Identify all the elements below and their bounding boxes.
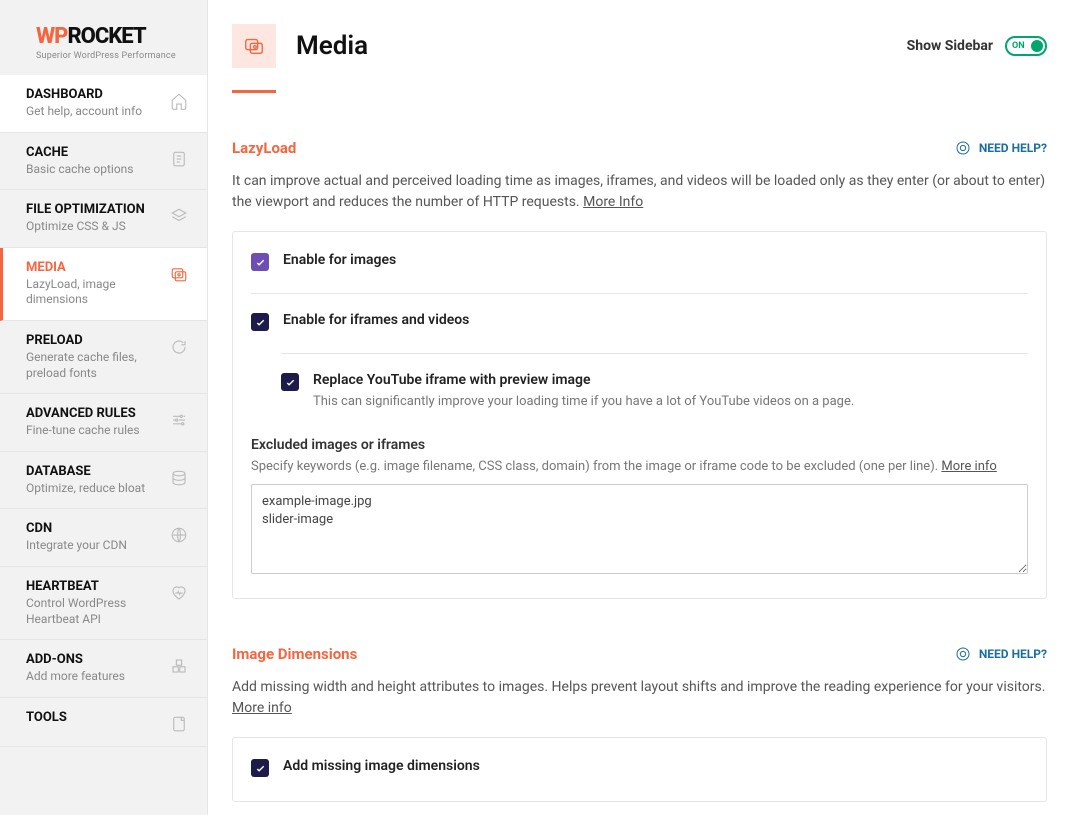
logo-rocket: ROCKET [67,24,145,49]
lazyload-section: LazyLoad NEED HELP? It can improve actua… [232,139,1047,599]
check-icon [285,377,296,388]
page-title: Media [296,31,368,61]
nav-sub: Optimize CSS & JS [26,219,169,235]
nav-title: FILE OPTIMIZATION [26,202,169,217]
nav-title: TOOLS [26,710,169,725]
check-icon [255,317,266,328]
home-icon [169,91,189,111]
dimensions-more-info-link[interactable]: More info [232,700,292,716]
nav-sub: Control WordPress Heartbeat API [26,596,169,627]
sidebar-item-addons[interactable]: ADD-ONS Add more features [0,640,207,698]
image-icon [169,264,189,284]
add-missing-checkbox[interactable] [251,759,269,777]
sidebar-item-cache[interactable]: CACHE Basic cache options [0,133,207,191]
nav-title: HEARTBEAT [26,579,169,594]
lazyload-more-info-link[interactable]: More Info [583,194,643,210]
nav-title: DASHBOARD [26,87,169,102]
enable-images-checkbox[interactable] [251,253,269,271]
sidebar: WP ROCKET Superior WordPress Performance… [0,0,208,815]
layers-icon [169,206,189,226]
logo: WP ROCKET Superior WordPress Performance [0,0,207,75]
nav-title: MEDIA [26,260,169,275]
excluded-title: Excluded images or iframes [251,437,1028,453]
excluded-more-info-link[interactable]: More info [941,459,996,474]
cubes-icon [169,656,189,676]
logo-wp: WP [36,24,67,49]
check-icon [255,763,266,774]
sidebar-item-file-optimization[interactable]: FILE OPTIMIZATION Optimize CSS & JS [0,190,207,248]
lazyload-title: LazyLoad [232,139,296,157]
nav-title: PRELOAD [26,333,169,348]
nav-sub: Optimize, reduce bloat [26,481,169,497]
nav-sub: Fine-tune cache rules [26,423,169,439]
nav-title: CDN [26,521,169,536]
check-icon [255,257,266,268]
image-dimensions-panel: Add missing image dimensions [232,737,1047,802]
enable-iframes-checkbox[interactable] [251,313,269,331]
file-icon [169,149,189,169]
excluded-field: Excluded images or iframes Specify keywo… [251,437,1028,578]
nav-title: ADD-ONS [26,652,169,667]
sidebar-item-advanced-rules[interactable]: ADVANCED RULES Fine-tune cache rules [0,394,207,452]
tool-icon [169,714,189,734]
image-dimensions-title: Image Dimensions [232,645,357,663]
nav-sub: LazyLoad, image dimensions [26,277,169,308]
sliders-icon [169,410,189,430]
need-help-lazyload[interactable]: NEED HELP? [955,140,1047,156]
sidebar-item-dashboard[interactable]: DASHBOARD Get help, account info [0,75,207,133]
nav-title: CACHE [26,145,169,160]
refresh-icon [169,337,189,357]
need-help-dimensions[interactable]: NEED HELP? [955,646,1047,662]
nav-sub: Add more features [26,669,169,685]
sidebar-item-heartbeat[interactable]: HEARTBEAT Control WordPress Heartbeat AP… [0,567,207,640]
lazyload-panel: Enable for images Enable for iframes and… [232,231,1047,599]
database-icon [169,468,189,488]
nav-sub: Generate cache files, preload fonts [26,350,169,381]
logo-tagline: Superior WordPress Performance [36,51,187,61]
sidebar-item-tools[interactable]: TOOLS [0,698,207,747]
nav-title: DATABASE [26,464,169,479]
help-icon [955,646,971,662]
sidebar-item-cdn[interactable]: CDN Integrate your CDN [0,509,207,567]
heart-icon [169,583,189,603]
toggle-on-label: ON [1012,41,1025,51]
show-sidebar-label: Show Sidebar [907,38,993,54]
enable-iframes-label: Enable for iframes and videos [283,312,469,328]
show-sidebar-toggle[interactable]: ON [1005,36,1047,56]
sidebar-item-database[interactable]: DATABASE Optimize, reduce bloat [0,452,207,510]
globe-icon [169,525,189,545]
toggle-knob [1031,40,1043,52]
image-dimensions-section: Image Dimensions NEED HELP? Add missing … [232,645,1047,802]
nav-sub: Get help, account info [26,104,169,120]
need-help-label: NEED HELP? [979,141,1047,155]
nav-sub: Basic cache options [26,162,169,178]
youtube-replace-sub: This can significantly improve your load… [313,394,854,409]
youtube-replace-label: Replace YouTube iframe with preview imag… [313,372,854,388]
page-header: Media Show Sidebar ON [232,24,1047,93]
youtube-replace-checkbox[interactable] [281,373,299,391]
nav-sub: Integrate your CDN [26,538,169,554]
enable-images-label: Enable for images [283,252,396,268]
excluded-desc: Specify keywords (e.g. image filename, C… [251,459,1028,474]
image-dimensions-desc: Add missing width and height attributes … [232,677,1047,719]
sidebar-item-media[interactable]: MEDIA LazyLoad, image dimensions [0,248,207,321]
excluded-textarea[interactable] [251,484,1028,574]
help-icon [955,140,971,156]
lazyload-desc: It can improve actual and perceived load… [232,171,1047,213]
sidebar-item-preload[interactable]: PRELOAD Generate cache files, preload fo… [0,321,207,394]
nav-title: ADVANCED RULES [26,406,169,421]
need-help-label: NEED HELP? [979,647,1047,661]
page-header-icon [232,24,276,68]
main-content: Media Show Sidebar ON LazyLoad NEED HELP… [208,0,1071,815]
add-missing-label: Add missing image dimensions [283,758,480,774]
